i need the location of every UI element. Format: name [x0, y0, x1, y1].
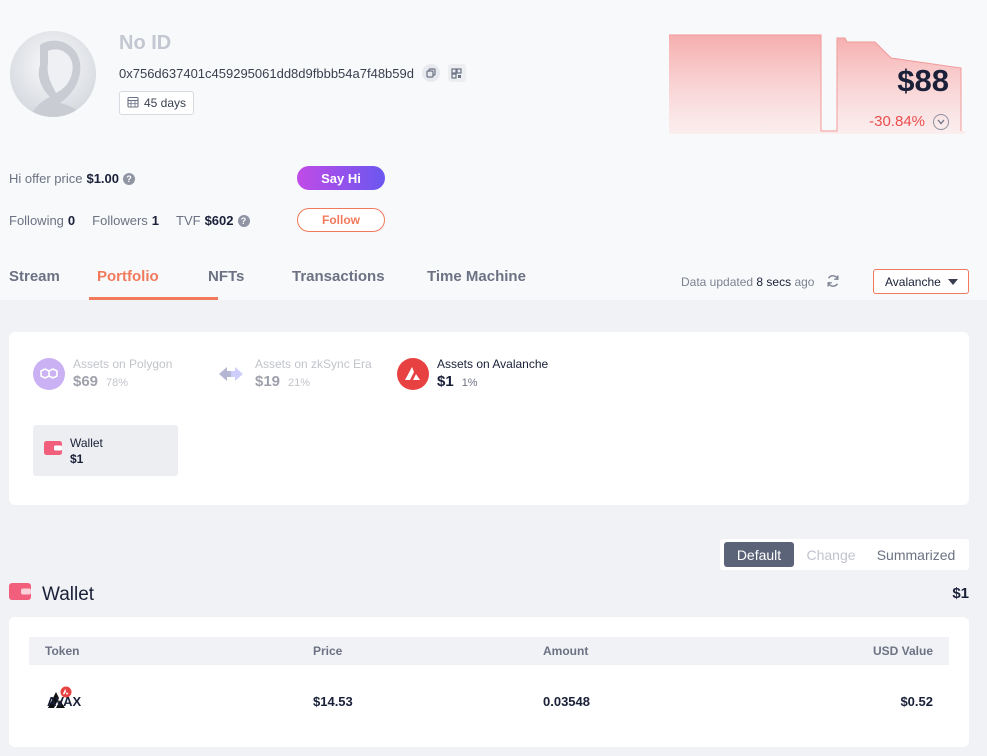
tvf-value: $602 [204, 213, 234, 228]
token-symbol: AVAX [47, 694, 82, 709]
chain-select-value: Avalanche [885, 274, 941, 289]
follow-button[interactable]: Follow [297, 208, 385, 232]
polygon-icon [33, 357, 65, 390]
chain-percent: 1% [461, 377, 478, 389]
column-header: Amount [543, 644, 589, 658]
following-count[interactable]: 0 [68, 213, 75, 228]
token-cell: AVAX [47, 686, 81, 712]
avatar [10, 31, 96, 117]
protocol-name: Wallet [70, 435, 103, 450]
wallet-total: $1 [952, 585, 969, 602]
tab-portfolio[interactable]: Portfolio [89, 268, 218, 300]
chain-select[interactable]: Avalanche [873, 269, 969, 294]
chain-percent: 78% [106, 377, 129, 389]
tab-transactions[interactable]: Transactions [292, 268, 427, 300]
wallet-title: Wallet [42, 583, 95, 605]
account-age-badge: 45 days [119, 91, 195, 115]
chain-zksync[interactable]: Assets on zkSync Era $19 21% [215, 357, 372, 390]
protocol-wallet-item[interactable]: Wallet $1 [33, 425, 178, 476]
hi-offer-row: Hi offer price $1.00 ? [9, 171, 136, 186]
column-header: USD Value [872, 644, 933, 658]
chain-value: $1 [437, 373, 454, 390]
column-header: Price [313, 644, 343, 658]
tab-stream[interactable]: Stream [9, 268, 97, 300]
view-mode-switch: Default Change Summarized [720, 539, 969, 570]
net-worth: $88 [897, 63, 949, 98]
caret-down-icon [947, 278, 958, 285]
updated-time: 8 secs [756, 275, 792, 289]
refresh-icon[interactable] [826, 274, 840, 288]
token-price: $14.53 [313, 694, 353, 709]
wallet-icon [44, 441, 62, 460]
say-hi-button[interactable]: Say Hi [297, 166, 385, 190]
tvf-label: TVF [176, 213, 201, 228]
protocol-value: $1 [70, 451, 84, 466]
account-age: 45 days [144, 96, 187, 110]
zksync-icon [215, 358, 247, 390]
wallet-section-header: Wallet [9, 583, 94, 606]
help-icon[interactable]: ? [123, 172, 136, 185]
chevron-down-icon[interactable] [933, 114, 949, 130]
net-worth-change: -30.84% [869, 113, 925, 130]
help-icon[interactable]: ? [237, 214, 250, 227]
view-summarized[interactable]: Summarized [868, 542, 964, 567]
wallet-address: 0x756d637401c459295061dd8d9fbbb54a7f48b5… [119, 65, 414, 81]
profile-tabs: Stream Portfolio NFTs Transactions Time … [9, 268, 547, 300]
chain-percent: 21% [288, 377, 311, 389]
tab-nfts[interactable]: NFTs [208, 268, 292, 300]
hi-offer-price: $1.00 [86, 171, 120, 186]
copy-icon[interactable] [421, 64, 440, 82]
column-header: Token [45, 644, 80, 658]
data-updated: Data updated 8 secs ago [681, 275, 815, 289]
wallet-table: Token Price Amount USD Value AVAX $14.53… [9, 617, 969, 747]
following-label: Following [9, 213, 64, 228]
followers-label: Followers [92, 213, 148, 228]
followers-count[interactable]: 1 [152, 213, 159, 228]
token-usd-value: $0.52 [900, 694, 933, 709]
qr-code-icon[interactable] [447, 64, 466, 82]
profile-name: No ID [119, 32, 172, 54]
table-header: Token Price Amount USD Value [29, 637, 949, 665]
chain-summary-card: Assets on Polygon $69 78% Assets on zkSy… [9, 332, 969, 505]
chain-value: $69 [73, 373, 99, 390]
chain-polygon[interactable]: Assets on Polygon $69 78% [33, 357, 172, 390]
view-default[interactable]: Default [724, 542, 794, 567]
chain-value: $19 [255, 373, 281, 390]
follow-stats-row: Following 0 Followers 1 TVF $602 ? [9, 213, 250, 228]
tab-time-machine[interactable]: Time Machine [427, 268, 547, 300]
view-change[interactable]: Change [798, 542, 864, 567]
calendar-icon [127, 96, 139, 111]
wallet-icon [9, 583, 31, 606]
hi-offer-label: Hi offer price [9, 171, 83, 186]
table-row[interactable]: AVAX $14.53 0.03548 $0.52 [29, 686, 949, 716]
token-amount: 0.03548 [543, 694, 590, 709]
avalanche-icon [397, 357, 429, 390]
chain-avalanche[interactable]: Assets on Avalanche $1 1% [397, 357, 548, 390]
